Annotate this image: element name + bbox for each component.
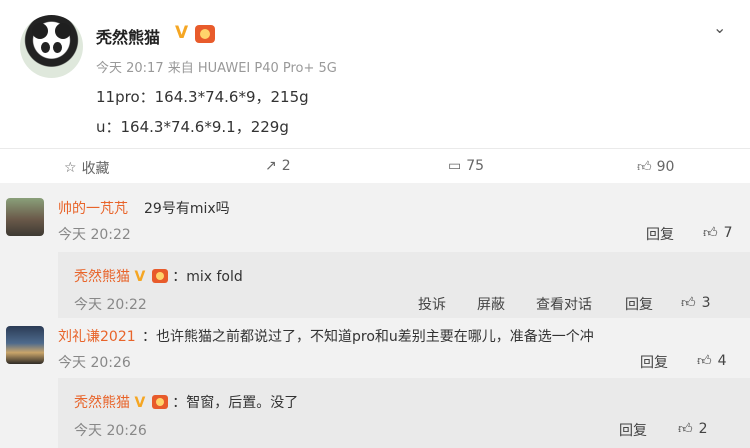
panda-eye-icon (41, 42, 50, 53)
verified-v-icon: V (175, 23, 189, 43)
block-button[interactable]: 屏蔽 (477, 294, 505, 314)
like-count: 90 (656, 158, 675, 175)
comment-time: 今天 20:22 (58, 227, 131, 243)
verified-v-icon: V (134, 269, 146, 285)
reply-time: 今天 20:22 (74, 297, 147, 313)
comment-text: ：也许熊猫之前都说过了，不知道pro和u差别主要在哪儿，准备选一个冲 (142, 329, 594, 345)
star-icon: ☆ (64, 160, 77, 176)
reply-item: 秃然熊猫 V ：mix fold 今天 20:22 投诉 屏蔽 查看对话 回复 … (58, 252, 750, 318)
favorite-button[interactable]: ☆ 收藏 (64, 158, 110, 178)
commenter-name[interactable]: 刘礼谦2021 (58, 326, 136, 346)
verified-v-icon: V (134, 395, 146, 411)
author-avatar[interactable] (20, 15, 83, 78)
panda-eye-icon (53, 42, 62, 53)
medal-badge-icon (151, 395, 168, 409)
comment-icon: ▭ (448, 158, 462, 174)
reply-header: 秃然熊猫 V ：mix fold (74, 266, 243, 286)
reply-like-count: 3 (701, 294, 711, 311)
report-button[interactable]: 投诉 (418, 294, 446, 314)
medal-badge-icon (195, 25, 215, 43)
reply-time: 今天 20:26 (74, 423, 147, 439)
reply-author-name[interactable]: 秃然熊猫 (74, 395, 130, 411)
post-meta: 今天 20:17 来自 HUAWEI P40 Pro+ 5G (96, 61, 337, 76)
panda-ear-icon (32, 23, 48, 39)
comment-like-count: 4 (717, 352, 727, 369)
reply-button[interactable]: 回复 (619, 420, 647, 440)
commenter-avatar[interactable] (6, 198, 44, 236)
post-text-line-2: u：164.3*74.6*9.1，229g (96, 118, 289, 136)
post-text-line-1: 11pro：164.3*74.6*9，215g (96, 88, 309, 106)
reply-header: 秃然熊猫 V ：智窗，后置。没了 (74, 392, 298, 412)
weibo-post: 秃然熊猫 V ⌄ 今天 20:17 来自 HUAWEI P40 Pro+ 5G … (0, 0, 750, 183)
comment-item: 刘礼谦2021 ：也许熊猫之前都说过了，不知道pro和u差别主要在哪儿，准备选一… (0, 318, 750, 378)
comment-like-button[interactable]: 👍︎ 4 (697, 352, 727, 370)
comment-count: 75 (466, 158, 485, 174)
thumbs-up-icon: 👍︎ (637, 159, 652, 175)
thumbs-up-icon: 👍︎ (678, 421, 693, 437)
comment-text: 29号有mix吗 (144, 201, 230, 217)
repost-count: 2 (281, 158, 291, 174)
repost-button[interactable]: ↗ 2 (265, 158, 291, 174)
thumbs-up-icon: 👍︎ (681, 295, 696, 311)
like-button[interactable]: 👍︎ 90 (637, 158, 675, 176)
reply-like-button[interactable]: 👍︎ 2 (678, 420, 708, 438)
reply-author-name[interactable]: 秃然熊猫 (74, 269, 130, 285)
post-action-bar: ☆ 收藏 ↗ 2 ▭ 75 👍︎ 90 (0, 148, 750, 184)
thumbs-up-icon: 👍︎ (703, 225, 718, 241)
reply-like-count: 2 (698, 420, 708, 437)
reply-text: ：智窗，后置。没了 (172, 395, 299, 411)
commenter-avatar[interactable] (6, 326, 44, 364)
reply-button[interactable]: 回复 (640, 352, 668, 372)
panda-ear-icon (55, 23, 71, 39)
repost-icon: ↗ (265, 158, 277, 174)
comment-like-button[interactable]: 👍︎ 7 (703, 224, 733, 242)
reply-button[interactable]: 回复 (625, 294, 653, 314)
author-name[interactable]: 秃然熊猫 (96, 24, 160, 48)
reply-button[interactable]: 回复 (646, 224, 674, 244)
commenter-name[interactable]: 帅的一芃芃 (58, 198, 128, 218)
reply-like-button[interactable]: 👍︎ 3 (681, 294, 711, 312)
thumbs-up-icon: 👍︎ (697, 353, 712, 369)
favorite-label: 收藏 (81, 161, 110, 177)
reply-item: 秃然熊猫 V ：智窗，后置。没了 今天 20:26 回复 👍︎ 2 (58, 378, 750, 448)
view-conversation-button[interactable]: 查看对话 (536, 294, 592, 314)
comment-like-count: 7 (723, 224, 733, 241)
comment-time: 今天 20:26 (58, 355, 131, 371)
comment-item: 帅的一芃芃 29号有mix吗 今天 20:22 回复 👍︎ 7 (0, 190, 750, 252)
chevron-down-icon[interactable]: ⌄ (713, 18, 726, 37)
reply-text: ：mix fold (172, 269, 243, 285)
medal-badge-icon (151, 269, 168, 283)
comment-button[interactable]: ▭ 75 (448, 158, 484, 174)
